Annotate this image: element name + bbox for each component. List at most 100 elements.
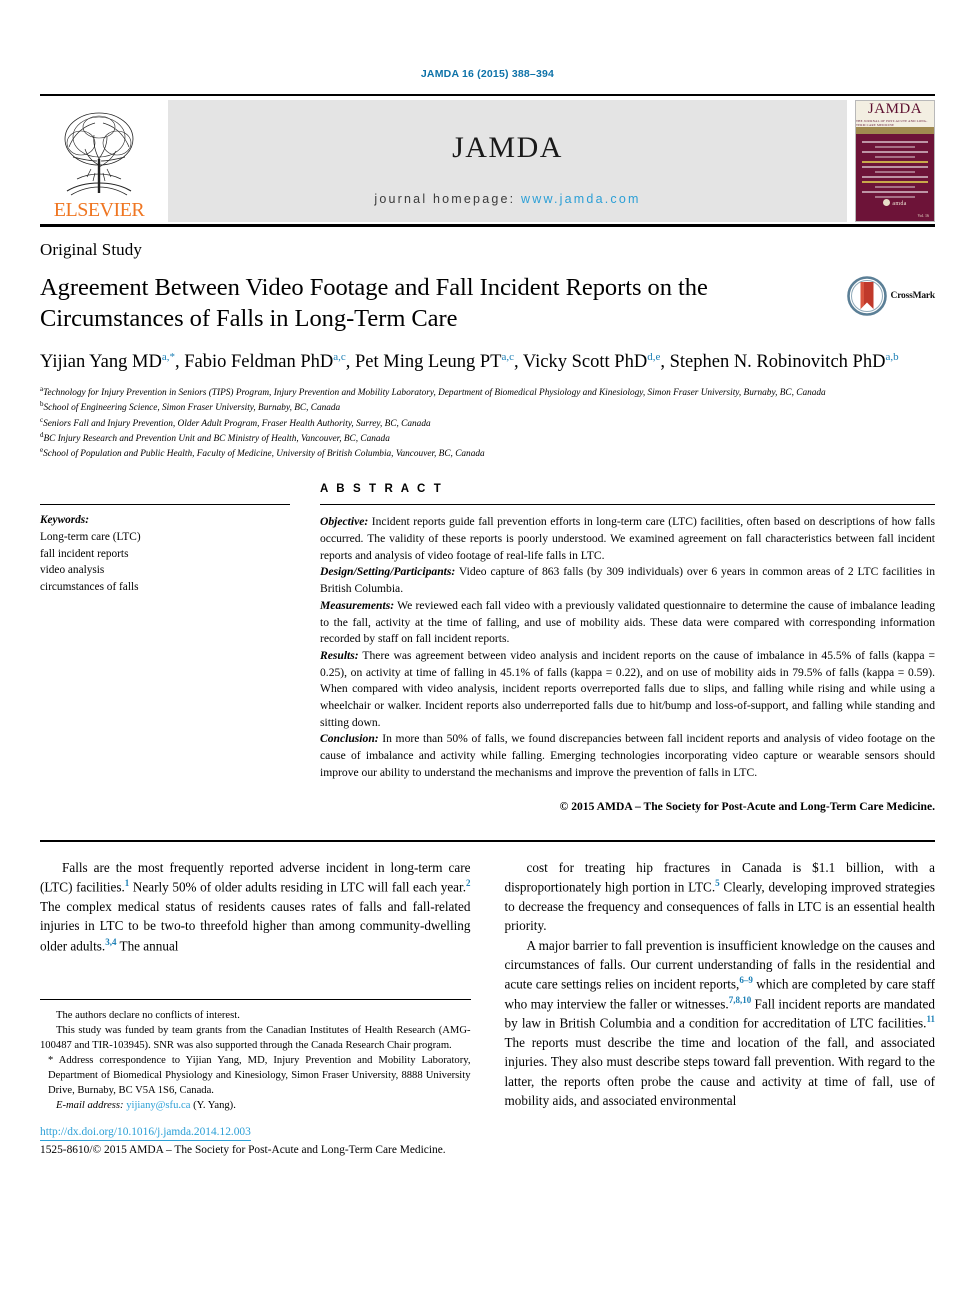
journal-cover-thumbnail: JAMDA THE JOURNAL OF POST-ACUTE AND LONG… — [855, 100, 935, 222]
body-columns: Falls are the most frequently reported a… — [40, 858, 935, 1156]
body-left-text: Falls are the most frequently reported a… — [40, 858, 471, 955]
keyword-item: Long-term care (LTC) — [40, 530, 141, 543]
footnote-email-line: E-mail address: yijiany@sfu.ca (Y. Yang)… — [40, 1098, 471, 1113]
footnote-conflict: The authors declare no conflicts of inte… — [56, 1010, 240, 1022]
abstract-section: Design/Setting/Participants: Video captu… — [320, 564, 935, 597]
body-separator-rule — [40, 840, 935, 843]
abstract-section: Measurements: We reviewed each fall vide… — [320, 598, 935, 648]
affiliation-list: aTechnology for Injury Prevention in Sen… — [40, 385, 935, 461]
crossmark-badge[interactable]: CrossMark — [846, 272, 936, 316]
issn-line: 1525-8610/© 2015 AMDA – The Society for … — [40, 1143, 446, 1156]
journal-homepage: journal homepage: www.jamda.com — [374, 192, 640, 206]
author-name: Pet Ming Leung PT — [355, 351, 502, 372]
abstract-copyright: © 2015 AMDA – The Society for Post-Acute… — [559, 800, 935, 814]
affiliation-text: Seniors Fall and Injury Prevention, Olde… — [43, 418, 431, 429]
affiliation-item: bSchool of Engineering Science, Simon Fr… — [40, 400, 935, 415]
cover-logo-text: amda — [892, 201, 907, 207]
author-name: Vicky Scott PhD — [522, 351, 648, 372]
author-affiliation-marker: d,e — [647, 350, 661, 363]
cover-logo-mark — [883, 199, 891, 206]
affiliation-text: School of Population and Public Health, … — [43, 449, 485, 460]
abstract-section-label: Conclusion: — [320, 732, 379, 746]
author-affiliation-marker: a,c — [333, 350, 346, 363]
page-title: Agreement Between Video Footage and Fall… — [40, 274, 708, 333]
cover-accent-band — [856, 127, 934, 134]
citation-reference[interactable]: 2 — [466, 878, 471, 888]
abstract-section-label: Measurements: — [320, 598, 395, 612]
elsevier-logo: ELSEVIER — [40, 100, 158, 222]
abstract-section-text: Incident reports guide fall prevention e… — [320, 515, 935, 562]
abstract-section-text: We reviewed each fall video with a previ… — [320, 598, 935, 646]
crossmark-icon — [846, 276, 887, 316]
abstract-section-label: Design/Setting/Participants: — [320, 565, 456, 579]
author-name: Fabio Feldman PhD — [184, 351, 334, 372]
author-name: Stephen N. Robinovitch PhD — [669, 351, 886, 372]
body-column-left: Falls are the most frequently reported a… — [40, 858, 471, 1156]
cover-volume: Vol. 16 — [917, 213, 929, 218]
correspondence-text: Address correspondence to Yijian Yang, M… — [48, 1055, 471, 1097]
footnote-correspondence: * Address correspondence to Yijian Yang,… — [40, 1053, 471, 1098]
running-head: JAMDA 16 (2015) 388–394 — [420, 68, 555, 80]
elsevier-tree-icon — [64, 112, 134, 196]
affiliation-item: dBC Injury Research and Prevention Unit … — [40, 431, 935, 446]
citation-reference[interactable]: 3,4 — [105, 937, 116, 947]
masthead-bottom-rule — [40, 224, 935, 227]
doi-link[interactable]: http://dx.doi.org/10.1016/j.jamda.2014.1… — [40, 1125, 251, 1141]
abstract-block: Keywords: Long-term care (LTC) fall incid… — [40, 483, 935, 816]
abstract-column: A B S T R A C T Objective: Incident repo… — [320, 483, 935, 816]
journal-title: JAMDA — [452, 131, 563, 164]
affiliation-text: School of Engineering Science, Simon Fra… — [43, 403, 341, 414]
abstract-heading: A B S T R A C T — [320, 483, 444, 496]
cover-society-logo: amda — [856, 199, 934, 207]
journal-title-band: JAMDA journal homepage: www.jamda.com — [168, 100, 847, 222]
author-affiliation-marker: a,c — [501, 350, 514, 363]
cover-title: JAMDA — [867, 100, 923, 117]
article-type: Original Study — [40, 240, 142, 259]
crossmark-label: CrossMark — [890, 291, 936, 301]
body-paragraph: cost for treating hip fractures in Canad… — [504, 860, 936, 934]
body-column-right: cost for treating hip fractures in Canad… — [505, 858, 936, 1156]
abstract-section-label: Objective: — [320, 515, 369, 529]
affiliation-item: aTechnology for Injury Prevention in Sen… — [40, 385, 935, 400]
citation-reference[interactable]: 7,8,10 — [729, 995, 752, 1005]
abstract-section-text: In more than 50% of falls, we found disc… — [320, 732, 935, 779]
body-right-text: cost for treating hip fractures in Canad… — [505, 858, 936, 1110]
affiliation-item: cSeniors Fall and Injury Prevention, Old… — [40, 416, 935, 431]
citation-reference[interactable]: 5 — [715, 878, 720, 888]
keywords-items: Long-term care (LTC) fall incident report… — [40, 529, 290, 595]
footnotes-block: The authors declare no conflicts of inte… — [40, 999, 471, 1156]
affiliation-text: BC Injury Research and Prevention Unit a… — [43, 433, 390, 444]
journal-article-page: JAMDA 16 (2015) 388–394 ELSEVIER JAMDA j… — [0, 0, 975, 1305]
keywords-column: Keywords: Long-term care (LTC) fall incid… — [40, 483, 320, 816]
abstract-section-text: There was agreement between video analys… — [320, 648, 935, 729]
keyword-item: circumstances of falls — [40, 580, 139, 593]
author-list: Yijian Yang MDa,*, Fabio Feldman PhDa,c,… — [40, 350, 899, 372]
citation-reference[interactable]: 6–9 — [739, 975, 753, 985]
cover-masthead: JAMDA THE JOURNAL OF POST-ACUTE AND LONG… — [856, 101, 934, 127]
abstract-section: Objective: Incident reports guide fall p… — [320, 514, 935, 564]
cover-contents-lines — [856, 134, 934, 198]
citation-reference[interactable]: 1 — [125, 878, 130, 888]
title-row: Agreement Between Video Footage and Fall… — [40, 272, 935, 335]
masthead-top-rule — [40, 94, 935, 96]
abstract-section: Conclusion: In more than 50% of falls, w… — [320, 731, 935, 781]
email-label: E-mail address: — [56, 1100, 124, 1112]
email-link[interactable]: yijiany@sfu.ca — [126, 1100, 190, 1111]
journal-homepage-link[interactable]: www.jamda.com — [521, 192, 641, 206]
email-suffix: (Y. Yang). — [190, 1100, 236, 1112]
citation-reference[interactable]: 11 — [926, 1014, 935, 1024]
cover-subtitle: THE JOURNAL OF POST-ACUTE AND LONG-TERM … — [856, 118, 928, 127]
journal-masthead: ELSEVIER JAMDA journal homepage: www.jam… — [40, 100, 935, 222]
author-affiliation-marker: a,* — [161, 350, 175, 363]
author-affiliation-marker: a,b — [885, 350, 899, 363]
abstract-section: Results: There was agreement between vid… — [320, 648, 935, 731]
abstract-body: Objective: Incident reports guide fall p… — [320, 505, 935, 781]
footnote-funding: This study was funded by team grants fro… — [40, 1025, 471, 1052]
elsevier-wordmark: ELSEVIER — [53, 199, 145, 221]
keyword-item: video analysis — [40, 564, 105, 577]
keyword-item: fall incident reports — [40, 547, 129, 560]
author-name: Yijian Yang MD — [40, 351, 162, 372]
body-paragraph: A major barrier to fall prevention is in… — [504, 937, 936, 1108]
body-paragraph: Falls are the most frequently reported a… — [40, 860, 471, 953]
affiliation-item: eSchool of Population and Public Health,… — [40, 446, 935, 461]
